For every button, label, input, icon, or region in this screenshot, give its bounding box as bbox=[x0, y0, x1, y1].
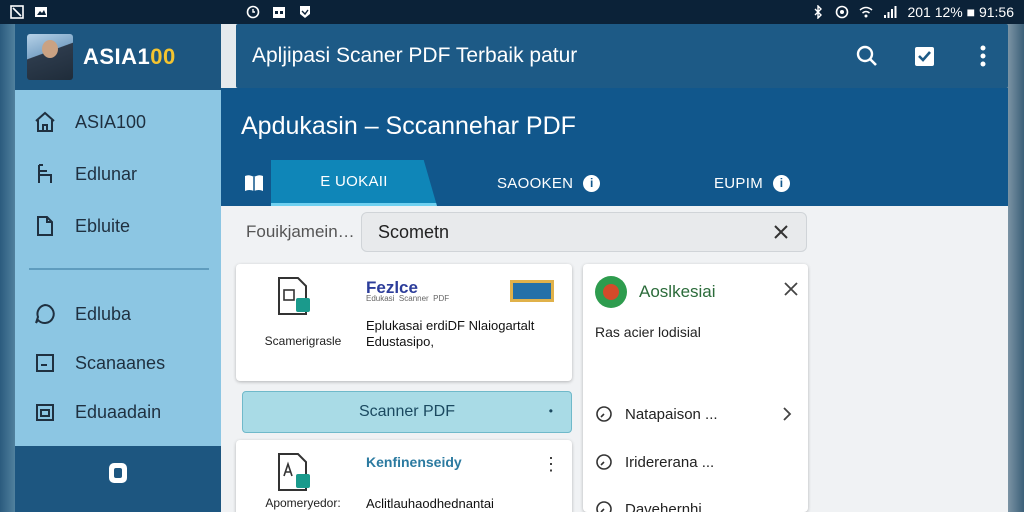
card-description: Eplukasai erdiDF Nlaiogartalt Edustasipo… bbox=[366, 318, 535, 349]
info-icon: i bbox=[773, 174, 791, 192]
app-bar: Apljipasi Scaner PDF Terbaik patur bbox=[236, 24, 1008, 88]
sidebar-item-edluba[interactable]: Edluba bbox=[15, 294, 221, 334]
close-icon[interactable] bbox=[770, 221, 792, 243]
pdf-file-icon bbox=[278, 277, 310, 315]
tab-eupim[interactable]: EUPIM i bbox=[714, 160, 791, 206]
vpn-icon bbox=[835, 5, 849, 19]
chevron-right-icon bbox=[783, 407, 792, 421]
history-icon bbox=[596, 454, 612, 470]
sidebar-item-label: Scanaanes bbox=[75, 352, 166, 373]
sidebar: ASIA100 ASIA100 Edlunar Ebluite Edluba S… bbox=[15, 24, 221, 512]
panel-row-label: Natapaison ... bbox=[625, 405, 718, 423]
book-icon[interactable] bbox=[243, 172, 265, 194]
panel-subtitle: Ras acier lodisial bbox=[595, 324, 701, 340]
pdf-file-icon bbox=[278, 453, 310, 491]
status-bar: 201 12% ■ 91:56 bbox=[0, 0, 1024, 24]
close-icon[interactable] bbox=[782, 280, 800, 298]
status-text: 201 12% ■ 91:56 bbox=[907, 4, 1014, 20]
time-icon bbox=[596, 501, 612, 512]
tab-saooken[interactable]: SAOOKEN i bbox=[497, 160, 601, 206]
info-icon: i bbox=[583, 174, 601, 192]
document-icon bbox=[37, 216, 53, 236]
card-brand: Kenfinenseidy bbox=[366, 454, 462, 470]
sidebar-item-label: Edlunar bbox=[75, 163, 138, 184]
shield-icon bbox=[298, 5, 312, 19]
sidebar-divider bbox=[29, 268, 209, 270]
panel-title: Aoslkesiai bbox=[639, 282, 716, 301]
alarm-icon bbox=[246, 5, 260, 19]
scanner-icon bbox=[36, 354, 54, 372]
sidebar-item-asia100[interactable]: ASIA100 bbox=[15, 102, 221, 142]
filter-label: Fouikjamein… bbox=[246, 222, 355, 241]
scanner-pdf-label: Scanner PDF bbox=[358, 403, 456, 420]
sidebar-item-scanaanes[interactable]: Scanaanes bbox=[15, 343, 221, 383]
tab-uokaii[interactable]: E UOKAII bbox=[271, 160, 437, 206]
page-header: Apdukasin – Sccannehar PDF E UOKAII SAOO… bbox=[221, 88, 1008, 206]
panel-row-label: Iridererana ... bbox=[625, 453, 715, 471]
more-options-icon[interactable]: ⋮ bbox=[542, 454, 560, 475]
clock-icon bbox=[596, 406, 612, 422]
search-icon[interactable] bbox=[852, 41, 882, 71]
search-input[interactable]: Scometn bbox=[361, 212, 807, 252]
card-description: Aclitlauhaodhednantai bbox=[366, 496, 494, 511]
house-icon bbox=[35, 111, 55, 132]
calendar-icon bbox=[272, 5, 286, 19]
chat-icon bbox=[35, 303, 55, 324]
card-doc-label: Scamerigrasle bbox=[264, 334, 342, 348]
chair-icon bbox=[38, 164, 52, 183]
more-options-icon[interactable] bbox=[968, 41, 998, 71]
page-title: Apdukasin – Sccannehar PDF bbox=[241, 112, 576, 140]
scanner-pdf-button[interactable]: Scanner PDF • bbox=[242, 391, 572, 433]
card-brand-subtitle: Edukasi Scanner PDF bbox=[366, 294, 450, 303]
checkbox-icon[interactable] bbox=[910, 41, 940, 71]
bluetooth-icon bbox=[811, 5, 825, 19]
panel-row[interactable]: Natapaison ... bbox=[595, 399, 800, 429]
sidebar-item-label: Eduaadain bbox=[75, 401, 162, 422]
card-doc-label: Apomeryedor: bbox=[265, 496, 341, 510]
search-value: Scometn bbox=[378, 221, 450, 242]
sidebar-item-edlunar[interactable]: Edlunar bbox=[15, 154, 221, 194]
panel-row-label: Davehernhi bbox=[625, 500, 702, 512]
sidebar-item-ebluite[interactable]: Ebluite bbox=[15, 206, 221, 246]
panel-row[interactable]: Davehernhi bbox=[595, 494, 800, 512]
wifi-icon bbox=[859, 5, 873, 19]
sidebar-item-label: Edluba bbox=[75, 303, 132, 324]
app-switch-icon[interactable] bbox=[106, 460, 130, 486]
tab-bar: E UOKAII SAOOKEN i EUPIM i bbox=[221, 160, 1008, 206]
sidebar-brand[interactable]: ASIA100 bbox=[15, 24, 221, 90]
panel-row[interactable]: Iridererana ... bbox=[595, 447, 800, 477]
image-icon bbox=[36, 404, 54, 421]
result-card[interactable]: Apomeryedor: Kenfinenseidy Aclitlauhaodh… bbox=[236, 440, 572, 512]
result-card[interactable]: Scamerigrasle Fezlce Edukasi Scanner PDF… bbox=[236, 264, 572, 381]
brand-name: ASIA100 bbox=[83, 44, 176, 69]
notification-icon bbox=[10, 5, 24, 19]
panel-logo bbox=[595, 276, 627, 308]
sidebar-item-label: Ebluite bbox=[75, 215, 131, 236]
sidebar-item-eduaadain[interactable]: Eduaadain bbox=[15, 392, 221, 432]
dot-indicator: • bbox=[548, 404, 553, 418]
card-thumbnail bbox=[510, 280, 554, 302]
sidebar-item-label: ASIA100 bbox=[75, 111, 147, 132]
image-notification-icon bbox=[34, 5, 48, 19]
app-title: Apljipasi Scaner PDF Terbaik patur bbox=[252, 44, 578, 67]
avatar bbox=[27, 34, 73, 80]
sidebar-footer bbox=[15, 446, 221, 512]
signal-icon bbox=[883, 5, 897, 19]
side-panel: Aoslkesiai Ras acier lodisial Natapaison… bbox=[583, 264, 808, 512]
